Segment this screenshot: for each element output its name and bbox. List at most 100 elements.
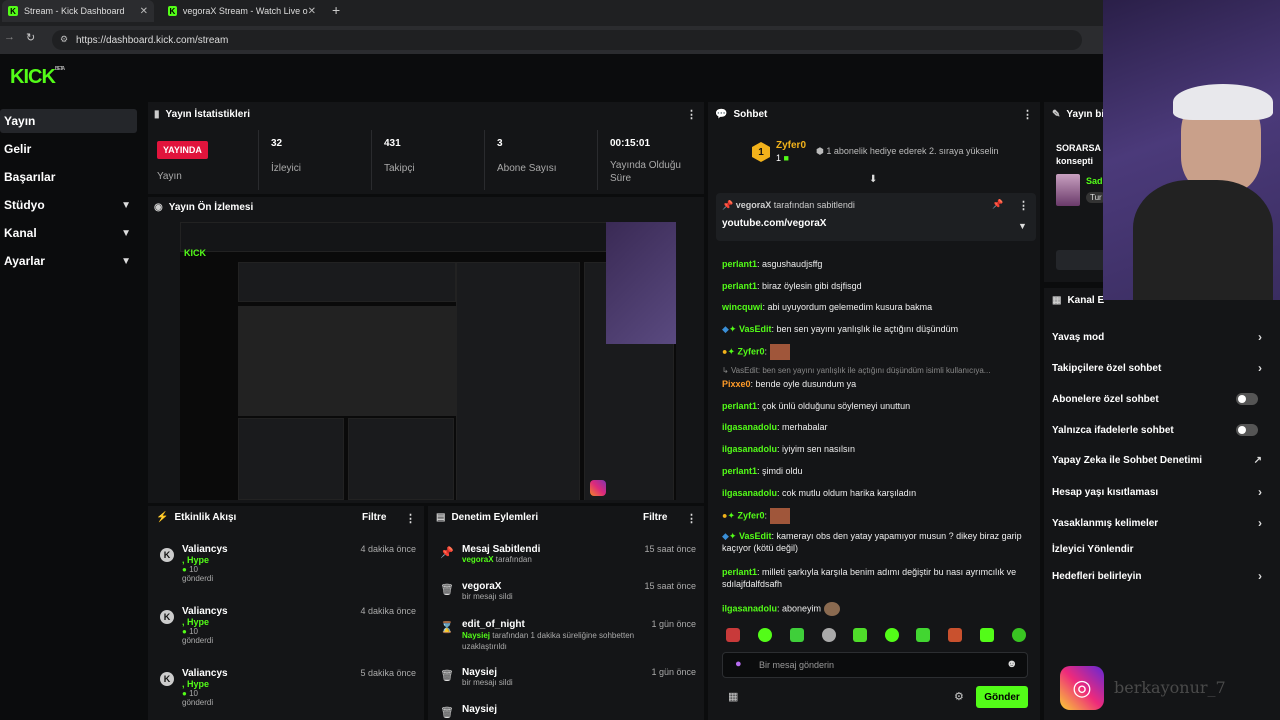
chat-username[interactable]: perlant1 xyxy=(722,259,757,269)
chat-reply-preview[interactable]: ↳ VasEdit: ben sen yayını yanlışlık ile … xyxy=(722,365,1030,377)
stream-preview-video[interactable]: KICK xyxy=(180,222,676,500)
chat-username[interactable]: Zyfer0 xyxy=(738,346,765,356)
chat-message: ilgasanadolu: iyiyim sen nasılsın xyxy=(722,444,856,454)
live-badge: YAYINDA xyxy=(157,141,208,159)
emote-icon[interactable] xyxy=(726,628,740,642)
preview-icon: ◉ xyxy=(154,202,163,213)
moderation-user[interactable]: vegoraX xyxy=(462,555,494,564)
moderation-menu-icon[interactable]: ⋮ xyxy=(686,512,697,525)
chat-menu-icon[interactable]: ⋮ xyxy=(1022,108,1033,121)
moderation-user[interactable]: Naysiej xyxy=(462,631,490,640)
send-button[interactable]: Gönder xyxy=(976,686,1028,708)
site-info-icon[interactable]: ⚙ xyxy=(60,34,68,45)
new-tab-icon[interactable]: + xyxy=(332,2,340,18)
browser-tab-dashboard[interactable]: K Stream - Kick Dashboard ✕ xyxy=(2,0,154,22)
moderation-item-title[interactable]: vegoraX xyxy=(462,581,513,592)
sidebar-item-yayin[interactable]: Yayın xyxy=(0,109,137,133)
activity-user[interactable]: Valiancys xyxy=(182,544,228,555)
chat-username[interactable]: VasEdit xyxy=(739,531,772,541)
kick-logo[interactable]: KICKBETA xyxy=(10,66,65,89)
close-tab-icon[interactable]: ✕ xyxy=(140,6,148,17)
emoji-icon[interactable]: ☻ xyxy=(1006,658,1018,670)
subscribers-only-toggle[interactable] xyxy=(1236,393,1258,405)
chat-username[interactable]: ilgasanadolu xyxy=(722,422,777,432)
emotes-only-toggle[interactable] xyxy=(1236,424,1258,436)
activity-user[interactable]: Valiancys xyxy=(182,606,228,617)
close-tab-icon[interactable]: ✕ xyxy=(308,6,316,17)
emote-icon[interactable] xyxy=(948,628,962,642)
activity-menu-icon[interactable]: ⋮ xyxy=(405,512,416,525)
stats-menu-icon[interactable]: ⋮ xyxy=(686,108,697,121)
chat-text: milleti şarkıyla karşıla benim adımı değ… xyxy=(722,567,1017,589)
chat-header: 💬 Sohbet xyxy=(715,109,767,120)
pinned-text[interactable]: youtube.com/vegoraX xyxy=(722,218,826,229)
emote-icon[interactable] xyxy=(1012,628,1026,642)
sidebar-item-gelir[interactable]: Gelir xyxy=(0,137,137,161)
sidebar-item-ayarlar[interactable]: Ayarlar ▼ xyxy=(0,249,137,273)
moderation-item-title[interactable]: Naysiej xyxy=(462,704,497,715)
moderation-item-sub: bir mesajı sildi xyxy=(462,592,513,601)
setting-goals[interactable]: Hedefleri belirleyin › xyxy=(1052,566,1262,586)
sidebar-item-basarilar[interactable]: Başarılar xyxy=(0,165,137,189)
chat-username[interactable]: perlant1 xyxy=(722,567,757,577)
emote-icon[interactable] xyxy=(758,628,772,642)
gift-shop-icon[interactable]: ▦ xyxy=(728,690,738,703)
activity-user[interactable]: Valiancys xyxy=(182,668,228,679)
sidebar-item-label: Stüdyo xyxy=(4,198,45,212)
browser-tab-stream[interactable]: K vegoraX Stream - Watch Live o ✕ xyxy=(162,0,322,22)
setting-ai-moderation[interactable]: Yapay Zeka ile Sohbet Denetimi ↗ xyxy=(1052,450,1262,470)
setting-redirect-viewers[interactable]: İzleyici Yönlendir xyxy=(1052,539,1262,559)
setting-followers-only[interactable]: Takipçilere özel sohbet › xyxy=(1052,358,1262,378)
setting-slow-mode[interactable]: Yavaş mod › xyxy=(1052,327,1262,347)
chat-username[interactable]: Zyfer0 xyxy=(738,510,765,520)
activity-filter-button[interactable]: Filtre xyxy=(362,512,386,523)
activity-title: Etkinlik Akışı xyxy=(174,512,237,523)
chat-username[interactable]: wincquwi xyxy=(722,302,763,312)
chevron-down-icon[interactable]: ▼ xyxy=(1018,221,1027,231)
emote-icon[interactable] xyxy=(916,628,930,642)
stat-label: İzleyici xyxy=(271,163,302,174)
chat-username[interactable]: perlant1 xyxy=(722,281,757,291)
forward-icon[interactable]: → xyxy=(4,31,15,43)
collapse-icon[interactable]: ⬇ xyxy=(869,174,877,185)
moderation-filter-button[interactable]: Filtre xyxy=(643,512,667,523)
emote-icon[interactable] xyxy=(822,628,836,642)
category-name[interactable]: Sad xyxy=(1086,176,1103,186)
chat-username[interactable]: ilgasanadolu xyxy=(722,603,777,613)
stream-info-title: Yayın bi xyxy=(1066,109,1105,120)
sidebar-item-studyo[interactable]: Stüdyo ▼ xyxy=(0,193,137,217)
moderation-item-title[interactable]: edit_of_night xyxy=(462,619,662,630)
sidebar-item-label: Kanal xyxy=(4,226,37,240)
stats-header: ▮ Yayın İstatistikleri xyxy=(154,109,250,120)
pinned-menu-icon[interactable]: ⋮ xyxy=(1018,199,1029,212)
moderation-item-title[interactable]: Naysiej xyxy=(462,667,513,678)
instagram-icon: ◎ xyxy=(1060,666,1104,710)
pinned-by-user[interactable]: vegoraX xyxy=(736,200,772,210)
setting-account-age[interactable]: Hesap yaşı kısıtlaması › xyxy=(1052,482,1262,502)
chat-username[interactable]: perlant1 xyxy=(722,401,757,411)
external-link-icon: ↗ xyxy=(1253,454,1262,466)
emote-icon[interactable] xyxy=(980,628,994,642)
emote-icon[interactable] xyxy=(853,628,867,642)
settings-icon: ▦ xyxy=(1052,295,1062,306)
setting-banned-words[interactable]: Yasaklanmış kelimeler › xyxy=(1052,513,1262,533)
chat-username[interactable]: ilgasanadolu xyxy=(722,444,777,454)
chat-username[interactable]: Pixxe0 xyxy=(722,379,751,389)
chat-username[interactable]: ilgasanadolu xyxy=(722,488,777,498)
setting-label: Yasaklanmış kelimeler xyxy=(1052,517,1159,529)
moderation-header: ▤ Denetim Eylemleri xyxy=(436,512,538,523)
chat-input[interactable]: ● Bir mesaj gönderin ☻ xyxy=(722,652,1028,678)
sidebar-item-kanal[interactable]: Kanal ▼ xyxy=(0,221,137,245)
unpin-icon[interactable]: 📌 xyxy=(992,199,1003,210)
reload-icon[interactable]: ↻ xyxy=(26,31,35,44)
setting-label: Yavaş mod xyxy=(1052,331,1105,343)
emote-icon[interactable] xyxy=(885,628,899,642)
settings-gear-icon[interactable]: ⚙ xyxy=(954,690,964,703)
activity-header: ⚡ Etkinlik Akışı xyxy=(156,512,236,523)
chat-text: çok ünlü olduğunu söylemeyi unuttun xyxy=(762,401,911,411)
top-gifter-name[interactable]: Zyfer0 xyxy=(776,140,806,151)
url-input[interactable]: ⚙ https://dashboard.kick.com/stream xyxy=(52,30,1082,50)
chat-username[interactable]: VasEdit xyxy=(739,324,772,334)
emote-icon[interactable] xyxy=(790,628,804,642)
chat-username[interactable]: perlant1 xyxy=(722,466,757,476)
